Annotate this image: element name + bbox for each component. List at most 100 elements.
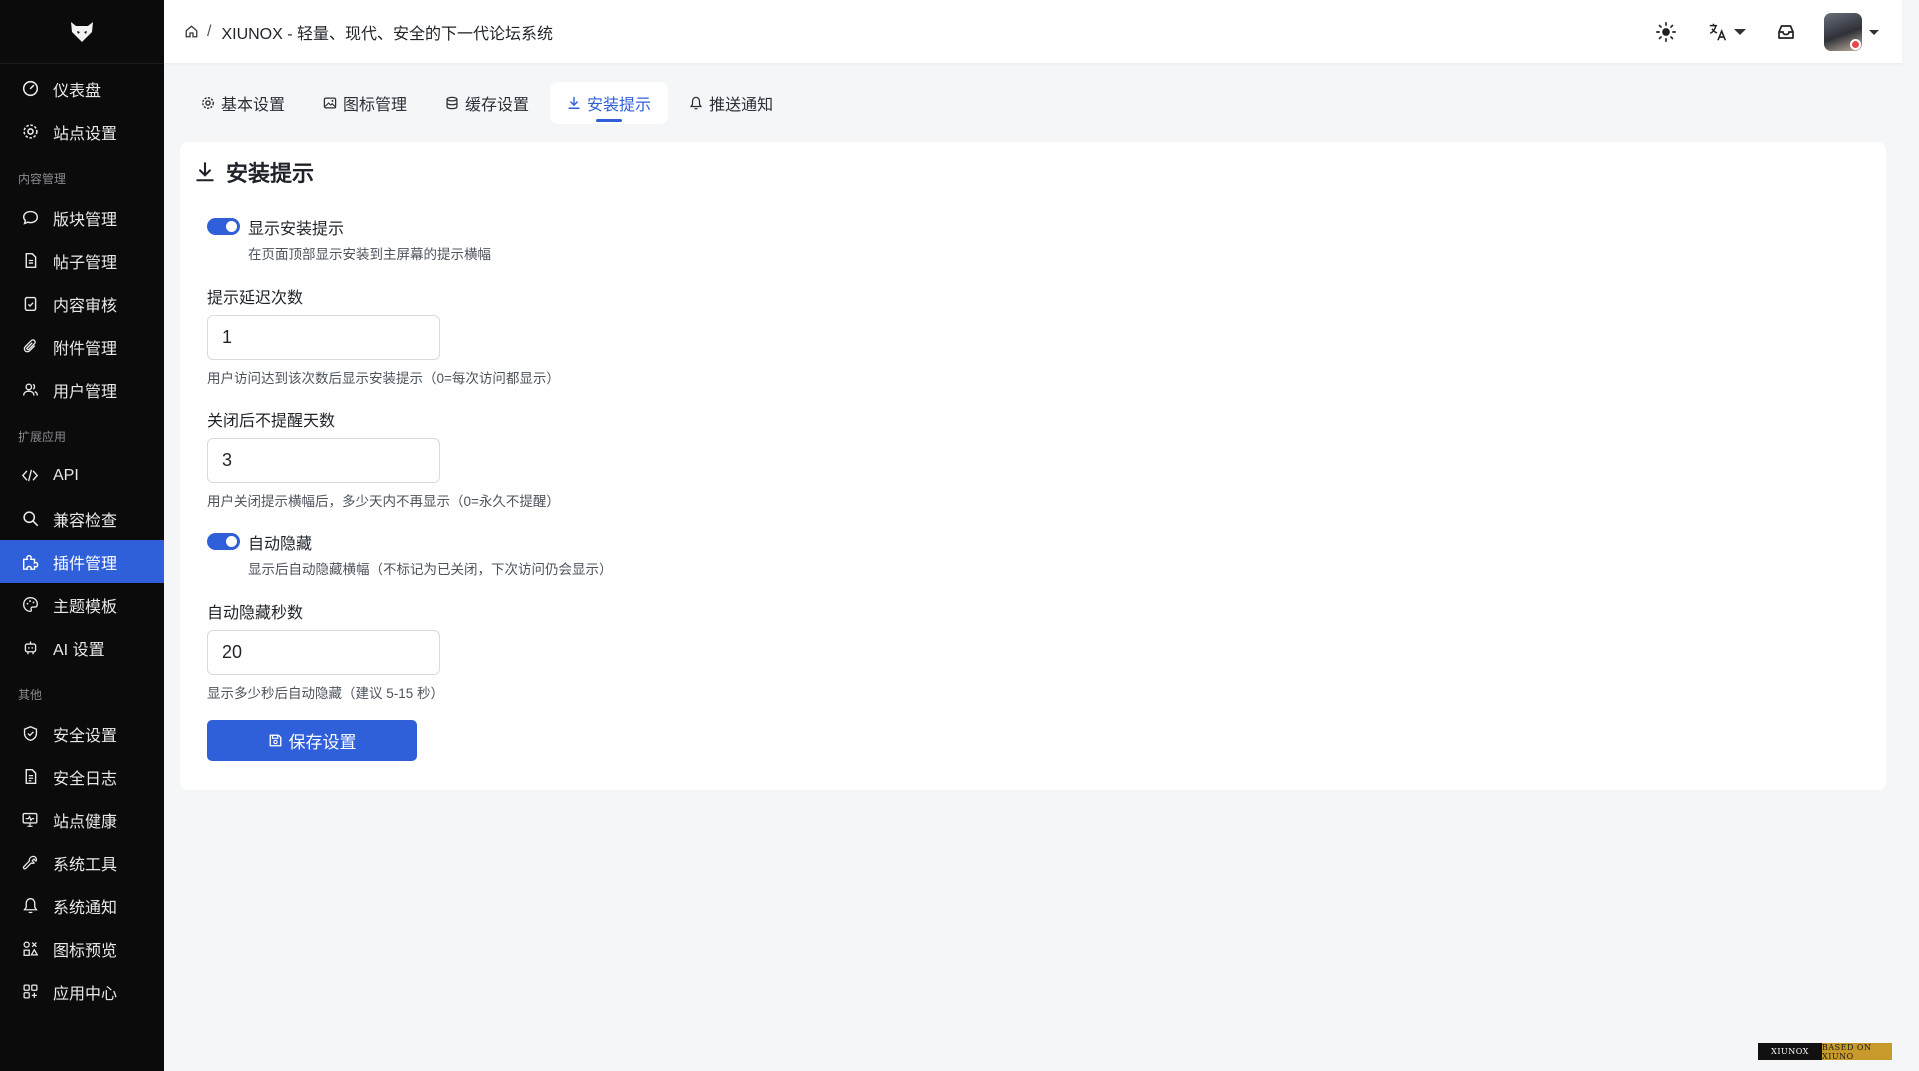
sidebar-item-system-notice[interactable]: 系统通知 [0, 884, 164, 927]
sidebar-item-label: 插件管理 [53, 555, 118, 573]
auto-hide-toggle[interactable] [207, 533, 240, 550]
delay-count-label: 提示延迟次数 [207, 290, 304, 307]
sidebar-item-security-settings[interactable]: 安全设置 [0, 712, 164, 755]
sidebar-item-label: API [53, 466, 79, 484]
tab-cache-settings[interactable]: 缓存设置 [428, 82, 546, 124]
users-icon [20, 380, 40, 400]
language-switch-button[interactable] [1702, 14, 1752, 50]
tab-label: 缓存设置 [465, 97, 530, 114]
breadcrumb-site-title[interactable]: XIUNOX - 轻量、现代、安全的下一代论坛系统 [221, 20, 553, 44]
sidebar-item-label: 兼容检查 [53, 512, 118, 530]
tab-label: 安装提示 [587, 97, 652, 114]
dismiss-days-label: 关闭后不提醒天数 [207, 413, 336, 430]
sidebar-item-label: 安全日志 [53, 770, 118, 788]
bell-icon [20, 896, 40, 916]
theme-toggle-button[interactable] [1648, 14, 1684, 50]
sidebar-item-label: 仪表盘 [53, 82, 102, 100]
sidebar-item-dashboard[interactable]: 仪表盘 [0, 67, 164, 110]
sidebar-item-label: 主题模板 [53, 598, 118, 616]
tab-push-notifications[interactable]: 推送通知 [672, 82, 790, 124]
tab-install-prompt[interactable]: 安装提示 [550, 82, 669, 124]
inbox-button[interactable] [1768, 14, 1804, 50]
chevron-down-icon [1869, 30, 1879, 35]
chevron-down-icon [1734, 29, 1746, 35]
paperclip-icon [20, 337, 40, 357]
sidebar-item-security-log[interactable]: 安全日志 [0, 755, 164, 798]
sidebar-item-boards[interactable]: 版块管理 [0, 196, 164, 239]
delay-count-hint: 用户访问达到该次数后显示安装提示（0=每次访问都显示） [207, 371, 560, 386]
show-prompt-label: 显示安装提示 [248, 221, 345, 238]
bell-icon [689, 96, 703, 110]
search-icon [20, 509, 40, 529]
clipboard-check-icon [20, 294, 40, 314]
sidebar-item-label: 图标预览 [53, 942, 118, 960]
install-prompt-panel: 安装提示 显示安装提示 在页面顶部显示安装到主屏幕的提示横幅 提示延迟次数 用户… [180, 142, 1886, 790]
sidebar-item-app-center[interactable]: 应用中心 [0, 970, 164, 1013]
code-icon [20, 466, 40, 486]
sidebar-item-label: 用户管理 [53, 383, 118, 401]
download-icon [194, 161, 216, 183]
sidebar-nav: 仪表盘 站点设置 内容管理 版块管理 帖子管理 内容审核 附件管理 用户管理 扩… [0, 64, 164, 1013]
document-icon [20, 251, 40, 271]
notification-dot [1850, 39, 1861, 50]
sidebar: 仪表盘 站点设置 内容管理 版块管理 帖子管理 内容审核 附件管理 用户管理 扩… [0, 0, 164, 1071]
sidebar-item-moderation[interactable]: 内容审核 [0, 282, 164, 325]
home-icon[interactable] [184, 24, 199, 39]
monitor-icon [20, 810, 40, 830]
tab-basic-settings[interactable]: 基本设置 [184, 82, 302, 124]
apps-grid-icon [20, 982, 40, 1002]
avatar [1824, 13, 1862, 51]
log-document-icon [20, 767, 40, 787]
logo-icon [71, 21, 93, 42]
dismiss-days-input[interactable] [207, 438, 440, 483]
tab-label: 基本设置 [221, 97, 286, 114]
sidebar-item-icon-preview[interactable]: 图标预览 [0, 927, 164, 970]
sidebar-section-title: 其他 [18, 688, 43, 702]
sidebar-item-attachments[interactable]: 附件管理 [0, 325, 164, 368]
user-menu[interactable] [1824, 13, 1880, 51]
save-button-label: 保存设置 [288, 733, 357, 752]
sidebar-item-label: 站点设置 [53, 125, 118, 143]
auto-hide-seconds-input[interactable] [207, 630, 440, 675]
sidebar-item-ai-settings[interactable]: AI 设置 [0, 626, 164, 669]
translate-icon [1709, 23, 1727, 41]
shield-icon [20, 724, 40, 744]
auto-hide-seconds-hint: 显示多少秒后自动隐藏（建议 5-15 秒） [207, 686, 445, 701]
sidebar-item-site-health[interactable]: 站点健康 [0, 798, 164, 841]
sidebar-item-system-tools[interactable]: 系统工具 [0, 841, 164, 884]
sidebar-item-themes[interactable]: 主题模板 [0, 583, 164, 626]
sidebar-item-label: 安全设置 [53, 727, 118, 745]
gear-icon [201, 96, 215, 110]
save-icon [268, 733, 283, 748]
sidebar-item-compat-check[interactable]: 兼容检查 [0, 497, 164, 540]
sidebar-item-label: AI 设置 [53, 641, 105, 659]
app-logo[interactable] [0, 0, 164, 64]
sidebar-item-label: 站点健康 [53, 813, 118, 831]
breadcrumb-separator: / [207, 22, 212, 40]
auto-hide-hint: 显示后自动隐藏横幅（不标记为已关闭，下次访问仍会显示） [248, 562, 613, 577]
badge-left-text: XIUNOX [1758, 1043, 1822, 1060]
show-prompt-toggle[interactable] [207, 218, 240, 235]
sidebar-item-api[interactable]: API [0, 454, 164, 497]
robot-icon [20, 638, 40, 658]
sidebar-item-label: 应用中心 [53, 985, 118, 1003]
gear-icon [20, 122, 40, 142]
sidebar-item-label: 内容审核 [53, 297, 118, 315]
save-settings-button[interactable]: 保存设置 [207, 720, 417, 761]
sidebar-item-plugins[interactable]: 插件管理 [0, 540, 164, 583]
tab-icon-management[interactable]: 图标管理 [306, 82, 424, 124]
auto-hide-label: 自动隐藏 [248, 536, 313, 553]
delay-count-input[interactable] [207, 315, 440, 360]
database-icon [445, 96, 459, 110]
badge-right-text: BASED ON XIUNO [1822, 1043, 1892, 1061]
sun-icon [1656, 22, 1676, 42]
sidebar-section-title: 内容管理 [18, 172, 67, 186]
show-prompt-hint: 在页面顶部显示安装到主屏幕的提示横幅 [248, 247, 491, 262]
sidebar-item-posts[interactable]: 帖子管理 [0, 239, 164, 282]
powered-by-badge[interactable]: XIUNOX BASED ON XIUNO [1758, 1043, 1892, 1061]
settings-tabs: 基本设置 图标管理 缓存设置 安装提示 推送通知 [184, 82, 794, 124]
sidebar-item-label: 版块管理 [53, 211, 118, 229]
sidebar-item-users[interactable]: 用户管理 [0, 368, 164, 411]
inbox-icon [1778, 25, 1794, 39]
sidebar-item-site-settings[interactable]: 站点设置 [0, 110, 164, 153]
